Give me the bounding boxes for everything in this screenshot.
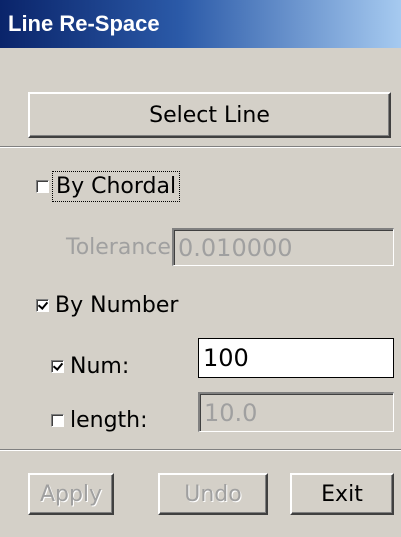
select-line-button[interactable]: Select Line: [28, 92, 391, 138]
length-value: 10.0: [204, 398, 258, 427]
by-number-check-icon[interactable]: [36, 299, 49, 312]
undo-button[interactable]: Undo: [158, 473, 268, 515]
num-input[interactable]: 100: [198, 338, 394, 378]
by-number-checkbox[interactable]: By Number: [36, 293, 178, 318]
exit-button[interactable]: Exit: [290, 473, 394, 515]
length-checkbox[interactable]: length:: [51, 408, 148, 433]
length-input[interactable]: 10.0: [198, 392, 394, 432]
by-chordal-checkbox[interactable]: By Chordal: [36, 171, 181, 202]
num-check-icon[interactable]: [51, 360, 64, 373]
apply-button[interactable]: Apply: [28, 473, 114, 515]
num-checkbox[interactable]: Num:: [51, 354, 129, 379]
by-chordal-check-icon[interactable]: [36, 180, 49, 193]
length-label: length:: [70, 408, 148, 433]
exit-label: Exit: [321, 481, 363, 507]
num-label: Num:: [70, 354, 130, 379]
select-line-label: Select Line: [149, 102, 270, 128]
tolerance-value: 0.010000: [178, 233, 293, 262]
undo-label: Undo: [184, 481, 242, 507]
window-title: Line Re-Space: [0, 0, 401, 48]
dialog-body: Select Line By Chordal Tolerance: 0.0100…: [0, 48, 401, 537]
tolerance-input[interactable]: 0.010000: [172, 228, 394, 266]
tolerance-label: Tolerance:: [66, 235, 179, 260]
length-check-icon[interactable]: [51, 414, 64, 427]
apply-label: Apply: [39, 481, 103, 507]
num-value: 100: [203, 344, 249, 372]
by-chordal-label: By Chordal: [51, 171, 181, 202]
separator-top: [0, 146, 401, 148]
separator-bottom: [0, 449, 401, 451]
by-number-label: By Number: [55, 293, 179, 318]
